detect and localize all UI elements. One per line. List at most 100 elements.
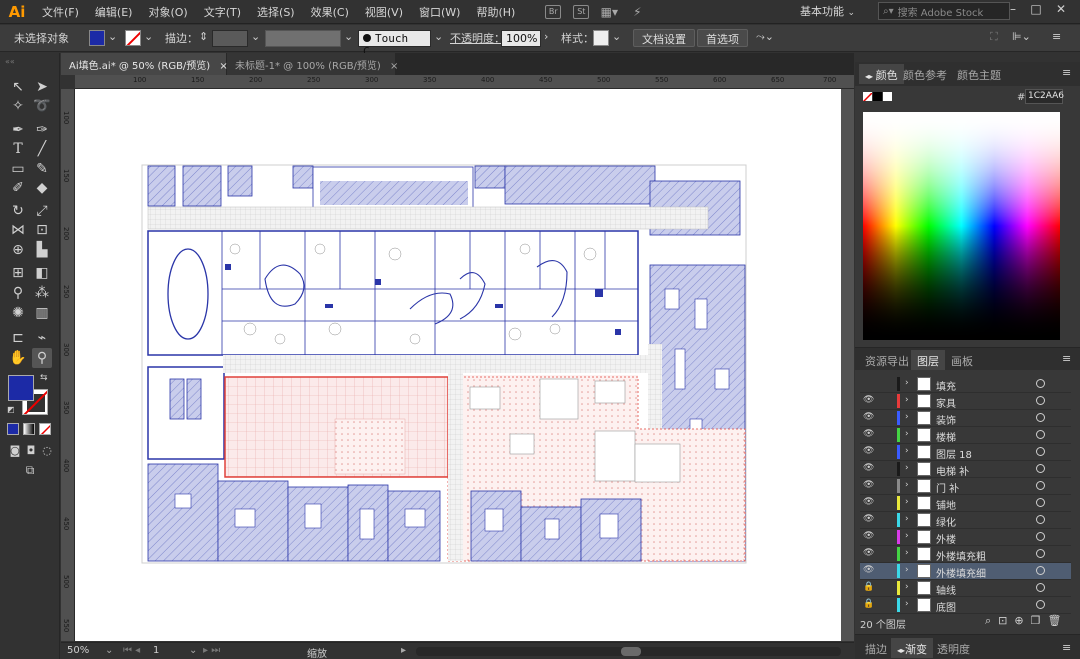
layer-name[interactable]: 家具 — [936, 395, 956, 410]
layer-row[interactable]: 🔒 › 底图 — [860, 597, 1071, 614]
last-artboard-icon[interactable]: ▸ ⏭ — [203, 645, 220, 656]
expand-layer-icon[interactable]: › — [905, 514, 909, 524]
draw-inside-icon[interactable]: ◌ — [37, 441, 57, 461]
status-menu-icon[interactable]: ▸ — [401, 645, 406, 656]
opacity-arrow-icon[interactable]: › — [544, 30, 548, 43]
layer-name[interactable]: 楼梯 — [936, 429, 956, 444]
tab-transparency[interactable]: 透明度 — [931, 638, 976, 658]
artboard-number-field[interactable]: 1 — [153, 645, 159, 656]
brush-dropdown-icon[interactable]: ⌄ — [434, 30, 443, 43]
expand-layer-icon[interactable]: › — [905, 429, 909, 439]
preferences-button[interactable]: 首选项 — [697, 29, 748, 47]
fill-dropdown-icon[interactable]: ⌄ — [108, 30, 117, 43]
black-swatch[interactable] — [873, 92, 882, 101]
stroke-weight-dropdown-icon[interactable]: ⌄ — [251, 30, 260, 43]
arrange-icon[interactable]: ⤳⌄ — [756, 30, 774, 44]
target-circle-icon[interactable] — [1036, 430, 1045, 439]
none-mode-icon[interactable] — [39, 423, 51, 435]
align-icon[interactable]: ⊫⌄ — [1012, 30, 1031, 43]
style-dropdown-icon[interactable]: ⌄ — [612, 30, 621, 43]
target-circle-icon[interactable] — [1036, 447, 1045, 456]
visibility-toggle-icon[interactable]: 👁 — [863, 480, 875, 490]
close-tab-icon[interactable]: × — [390, 61, 398, 72]
expand-layer-icon[interactable]: › — [905, 378, 909, 388]
stroke-weight-field[interactable] — [212, 30, 248, 47]
menu-window[interactable]: 窗口(W) — [411, 4, 468, 20]
visibility-toggle-icon[interactable]: 👁 — [863, 565, 875, 575]
layer-row[interactable]: › 填充 — [860, 376, 1071, 393]
transform-icon[interactable]: ⛶ — [990, 30, 998, 44]
stock-icon[interactable]: St — [573, 4, 590, 19]
layer-name[interactable]: 绿化 — [936, 514, 956, 529]
screen-mode-icon[interactable]: ⧉ — [20, 460, 40, 480]
tab-artboards[interactable]: 画板 — [945, 350, 979, 370]
visibility-toggle-icon[interactable]: 👁 — [863, 514, 875, 524]
tab-layers[interactable]: 图层 — [911, 350, 945, 370]
profile-dropdown-icon[interactable]: ⌄ — [344, 30, 353, 43]
tab-asset-export[interactable]: 资源导出 — [859, 350, 915, 370]
zoom-dropdown-icon[interactable]: ⌄ — [105, 645, 113, 656]
expand-layer-icon[interactable]: › — [905, 565, 909, 575]
direct-selection-tool-icon[interactable]: ➤ — [32, 77, 52, 97]
tab-color-guide[interactable]: 颜色参考 — [897, 64, 953, 84]
expand-layer-icon[interactable]: › — [905, 446, 909, 456]
expand-layer-icon[interactable]: › — [905, 497, 909, 507]
target-circle-icon[interactable] — [1036, 413, 1045, 422]
layer-name[interactable]: 外楼填充细 — [936, 565, 986, 580]
new-layer-icon[interactable]: ❐ — [1031, 614, 1048, 627]
lasso-tool-icon[interactable]: ➰ — [32, 96, 52, 116]
pen-tool-icon[interactable]: ✒ — [8, 120, 28, 140]
visibility-toggle-icon[interactable]: 👁 — [863, 497, 875, 507]
layer-name[interactable]: 图层 18 — [936, 446, 972, 461]
target-circle-icon[interactable] — [1036, 498, 1045, 507]
artboard-dropdown-icon[interactable]: ⌄ — [189, 645, 197, 656]
fill-swatch[interactable] — [89, 30, 105, 46]
visibility-toggle-icon[interactable]: 👁 — [863, 446, 875, 456]
tab-active-document[interactable]: Ai填色.ai* @ 50% (RGB/预览) × — [61, 53, 228, 75]
opacity-field[interactable]: 100% — [501, 30, 541, 47]
vertical-ruler[interactable]: 100 150 200 250 300 350 400 450 500 550 — [61, 89, 75, 641]
scale-tool-icon[interactable]: ⤢ — [32, 201, 52, 221]
visibility-toggle-icon[interactable]: 👁 — [863, 429, 875, 439]
layer-name[interactable]: 铺地 — [936, 497, 956, 512]
perspective-grid-tool-icon[interactable]: ▙ — [32, 240, 52, 260]
stroke-stepper[interactable]: ⇕ — [199, 30, 208, 43]
layer-row[interactable]: 👁 › 图层 18 — [860, 444, 1071, 461]
delete-layer-icon[interactable]: 🗑 — [1047, 614, 1068, 627]
artboard[interactable] — [75, 89, 841, 641]
visibility-toggle-icon[interactable]: 🔒 — [863, 582, 875, 592]
fill-color-box[interactable] — [8, 375, 34, 401]
panel-menu-icon[interactable]: ≡ — [1062, 641, 1071, 654]
menu-select[interactable]: 选择(S) — [249, 4, 303, 20]
layer-row[interactable]: 👁 › 外楼填充粗 — [860, 546, 1071, 563]
tab-gradient[interactable]: ◂▸渐变 — [891, 638, 934, 658]
menu-effect[interactable]: 效果(C) — [303, 4, 357, 20]
free-transform-tool-icon[interactable]: ⊡ — [32, 220, 52, 240]
rectangle-tool-icon[interactable]: ▭ — [8, 159, 28, 179]
blend-tool-icon[interactable]: ⁂ — [32, 283, 52, 303]
menu-type[interactable]: 文字(T) — [196, 4, 249, 20]
gradient-tool-icon[interactable]: ◧ — [32, 263, 52, 283]
menu-help[interactable]: 帮助(H) — [468, 4, 523, 20]
layer-row[interactable]: 👁 › 电梯 补 — [860, 461, 1071, 478]
layer-name[interactable]: 外楼填充粗 — [936, 548, 986, 563]
expand-layer-icon[interactable]: › — [905, 531, 909, 541]
tab-stroke[interactable]: 描边 — [859, 638, 893, 658]
layer-row[interactable]: 👁 › 铺地 — [860, 495, 1071, 512]
maximize-icon[interactable]: □ — [1025, 2, 1047, 20]
horizontal-scrollbar[interactable] — [416, 647, 841, 656]
minimize-icon[interactable]: – — [1002, 2, 1024, 20]
tab-untitled-document[interactable]: 未标题-1* @ 100% (RGB/预览) × — [227, 53, 398, 75]
target-circle-icon[interactable] — [1036, 566, 1045, 575]
visibility-toggle-icon[interactable]: 👁 — [863, 463, 875, 473]
target-circle-icon[interactable] — [1036, 515, 1045, 524]
horizontal-ruler[interactable]: 100 150 200 250 300 350 400 450 500 550 … — [75, 75, 854, 89]
menu-view[interactable]: 视图(V) — [357, 4, 411, 20]
target-circle-icon[interactable] — [1036, 481, 1045, 490]
magic-wand-tool-icon[interactable]: ✧ — [8, 96, 28, 116]
symbol-sprayer-tool-icon[interactable]: ✺ — [8, 303, 28, 323]
visibility-toggle-icon[interactable]: 👁 — [863, 412, 875, 422]
gradient-mode-icon[interactable] — [23, 423, 35, 435]
default-colors-icon[interactable]: ◩ — [7, 405, 15, 414]
locate-object-icon[interactable]: ⌕ — [985, 614, 998, 627]
